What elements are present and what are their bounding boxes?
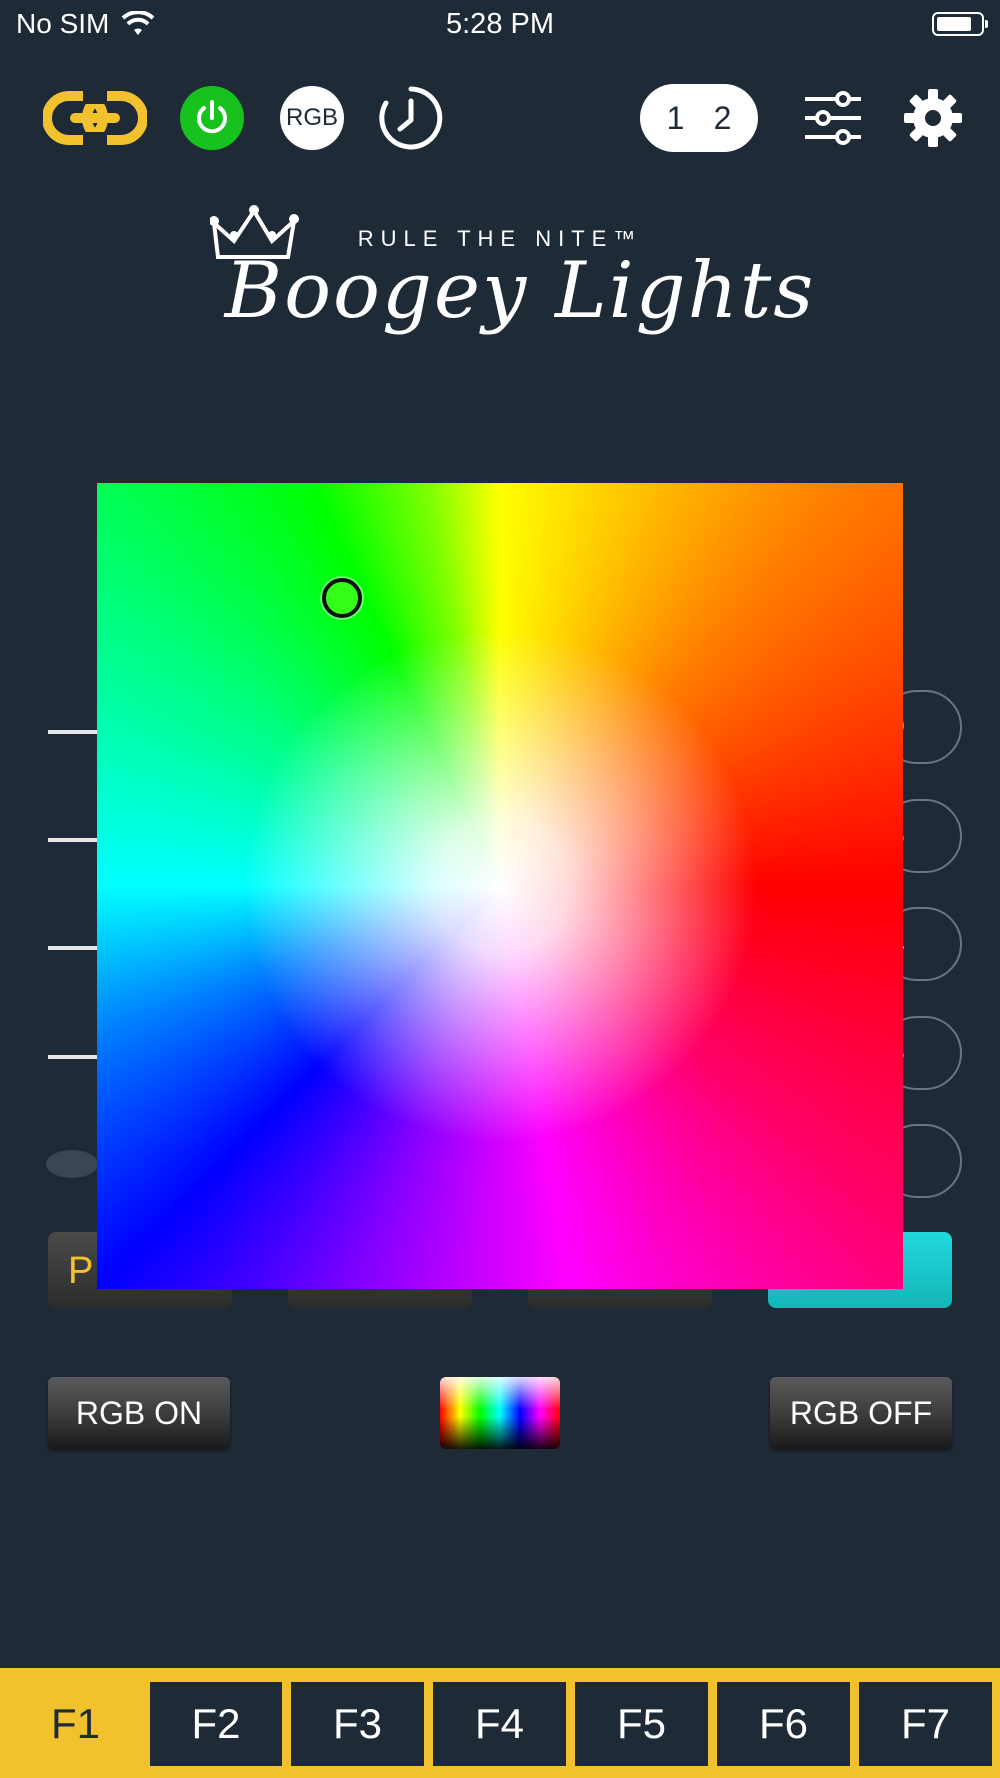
timer-button[interactable] — [378, 86, 444, 150]
color-spectrum-button[interactable] — [440, 1377, 560, 1449]
preset-label: P — [68, 1250, 94, 1292]
sliders-icon — [805, 91, 861, 145]
gear-icon — [904, 89, 962, 147]
power-icon — [180, 86, 244, 150]
link-button[interactable] — [42, 86, 148, 150]
logo-name: Boogey Lights — [224, 246, 816, 336]
tab-f4[interactable]: F4 — [433, 1682, 566, 1766]
rgb-mode-button[interactable]: RGB — [280, 86, 344, 150]
link-icon — [43, 90, 147, 146]
tab-f6[interactable]: F6 — [717, 1682, 850, 1766]
color-picker[interactable] — [97, 483, 903, 1289]
status-time: 5:28 PM — [446, 8, 554, 40]
power-button[interactable] — [180, 86, 244, 150]
tab-f5[interactable]: F5 — [575, 1682, 708, 1766]
tab-f1[interactable]: F1 — [8, 1682, 143, 1766]
battery-icon — [932, 12, 988, 36]
zone-1[interactable]: 1 — [667, 100, 685, 137]
tab-f3[interactable]: F3 — [291, 1682, 424, 1766]
zone-selector[interactable]: 1 2 — [640, 84, 758, 152]
color-picker-handle[interactable] — [322, 578, 362, 618]
settings-button[interactable] — [900, 86, 966, 150]
zone-2[interactable]: 2 — [714, 100, 732, 137]
tab-f2[interactable]: F2 — [150, 1682, 282, 1766]
cloud-icon — [46, 1150, 98, 1178]
sliders-button[interactable] — [802, 86, 864, 150]
rgb-on-button[interactable]: RGB ON — [48, 1377, 230, 1449]
rgb-off-button[interactable]: RGB OFF — [770, 1377, 952, 1449]
timer-icon — [379, 86, 443, 150]
rgb-icon: RGB — [280, 86, 344, 150]
tab-f7[interactable]: F7 — [859, 1682, 992, 1766]
